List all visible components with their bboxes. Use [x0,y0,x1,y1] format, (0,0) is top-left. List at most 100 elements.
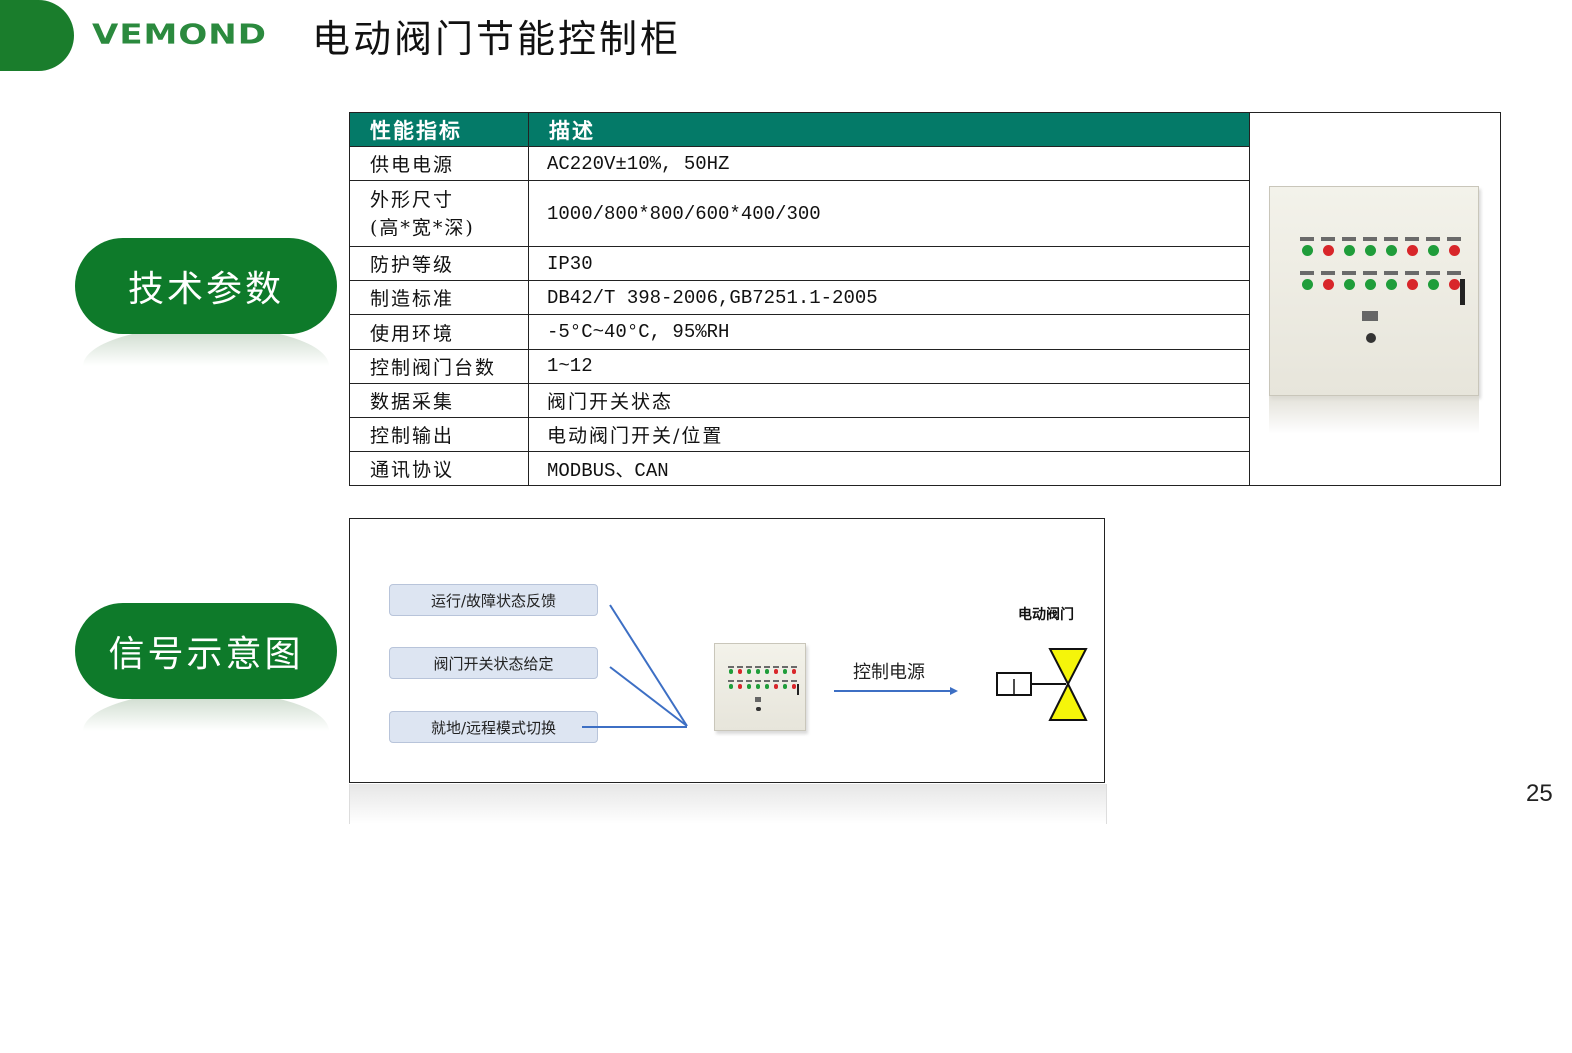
section-label-tech-params: 技术参数 [75,238,337,334]
lamp-cell [1384,237,1398,256]
lamp-cell [727,665,734,674]
lamp-cell [736,665,743,674]
param-cell: 通讯协议 [349,450,529,487]
indicator-lamp-icon [1427,245,1439,256]
indicator-lamp-icon [1301,245,1313,256]
indicator-lamp-icon [791,669,797,674]
lamp-label-plate [781,665,788,668]
param-cell: 数据采集 [349,382,529,418]
param-cell: 控制输出 [349,416,529,452]
control-cabinet-image [1269,186,1479,396]
lamp-cell [1300,271,1314,290]
lamp-cell [1426,237,1440,256]
lamp-label-plate [736,665,743,668]
param-cell: 使用环境 [349,314,529,350]
lamp-label-plate [1447,271,1461,275]
brand-tab [0,0,74,71]
cabinet-handle-icon [796,683,799,695]
lamp-label-plate [772,680,779,683]
page-title: 电动阀门节能控制柜 [312,17,682,61]
param-cell: 控制阀门台数 [349,348,529,384]
indicator-lamp-icon [746,669,752,674]
lamp-row [727,680,798,689]
indicator-lamp-icon [1322,245,1334,256]
desc-cell: 1~12 [528,348,1250,384]
arrow-label: 控制电源 [853,662,925,683]
lamp-label-plate [1342,271,1356,275]
lamp-cell [1300,237,1314,256]
indicator-lamp-icon [737,669,743,674]
signal-diagram: 运行/故障状态反馈 阀门开关状态给定 就地/远程模式切换 控制电源 电动阀门 [349,518,1105,783]
signal-line [609,666,688,727]
lamp-label-plate [1321,237,1335,241]
lamp-cell [1321,271,1335,290]
indicator-lamp-icon [728,669,734,674]
param-cell: 制造标准 [349,280,529,316]
lamp-label-plate [1342,237,1356,241]
indicator-lamp-icon [773,683,779,689]
lamp-cell [772,665,779,674]
cabinet-handle-icon [1460,279,1465,305]
lamp-label-plate [754,665,761,668]
cabinet-reflection [1269,396,1479,434]
lamp-cell [745,665,752,674]
lamp-label-plate [1300,237,1314,241]
desc-cell: IP30 [528,246,1250,282]
lamp-cell [1342,271,1356,290]
table-header-row: 性能指标 描述 [349,111,1501,486]
desc-cell: AC220V±10%, 50HZ [528,146,1250,182]
indicator-lamp-icon [764,669,770,674]
lamp-cell [1426,271,1440,290]
param-cell: 防护等级 [349,246,529,282]
header-desc: 描述 [528,111,1250,148]
lamp-cell [754,665,761,674]
lamp-label-plate [791,665,798,668]
signal-line [609,604,688,727]
lamp-cell [1405,271,1419,290]
lamp-label-plate [772,665,779,668]
indicator-lamp-icon [1406,279,1418,290]
lamp-label-plate [754,680,761,683]
lamp-label-plate [727,665,734,668]
lamp-label-plate [727,680,734,683]
indicator-lamp-icon [1364,245,1376,256]
header-param: 性能指标 [349,111,529,148]
lamp-label-plate [781,680,788,683]
lamp-cell [1363,237,1377,256]
lamp-cell [1447,237,1461,256]
indicator-lamp-icon [1448,245,1460,256]
arrow-head [950,687,958,695]
lamp-label-plate [1426,237,1440,241]
lamp-cell [1384,271,1398,290]
lamp-label-plate [763,680,770,683]
lamp-cell [745,680,752,689]
lamp-cell [1342,237,1356,256]
lamp-cell [727,680,734,689]
section-label-signal-diagram: 信号示意图 [75,603,337,699]
lamp-row [1300,237,1461,256]
desc-cell: MODBUS、CAN [528,450,1250,487]
lamp-label-plate [763,665,770,668]
mode-switch-plate-icon [754,697,762,702]
indicator-lamp-icon [1343,245,1355,256]
valve-label: 电动阀门 [1018,607,1074,623]
section-tech-params: 技术参数 [75,238,337,366]
indicator-lamp-icon [773,669,779,674]
param-cell: 外形尺寸 (高*宽*深) [349,180,529,248]
indicator-lamp-icon [1385,279,1397,290]
indicator-lamp-icon [1427,279,1439,290]
lamp-cell [1405,237,1419,256]
lamp-cell [763,680,770,689]
indicator-lamp-icon [755,683,761,689]
lamp-row [1300,271,1461,290]
lamp-cell [781,665,788,674]
lamp-label-plate [1384,271,1398,275]
indicator-lamp-icon [1343,279,1355,290]
lamp-label-plate [1384,237,1398,241]
indicator-lamp-icon [1448,279,1460,290]
lamp-label-plate [1363,271,1377,275]
indicator-lamp-icon [728,683,734,689]
lamp-label-plate [736,680,743,683]
desc-cell: 1000/800*800/600*400/300 [528,180,1250,248]
lamp-label-plate [1321,271,1335,275]
